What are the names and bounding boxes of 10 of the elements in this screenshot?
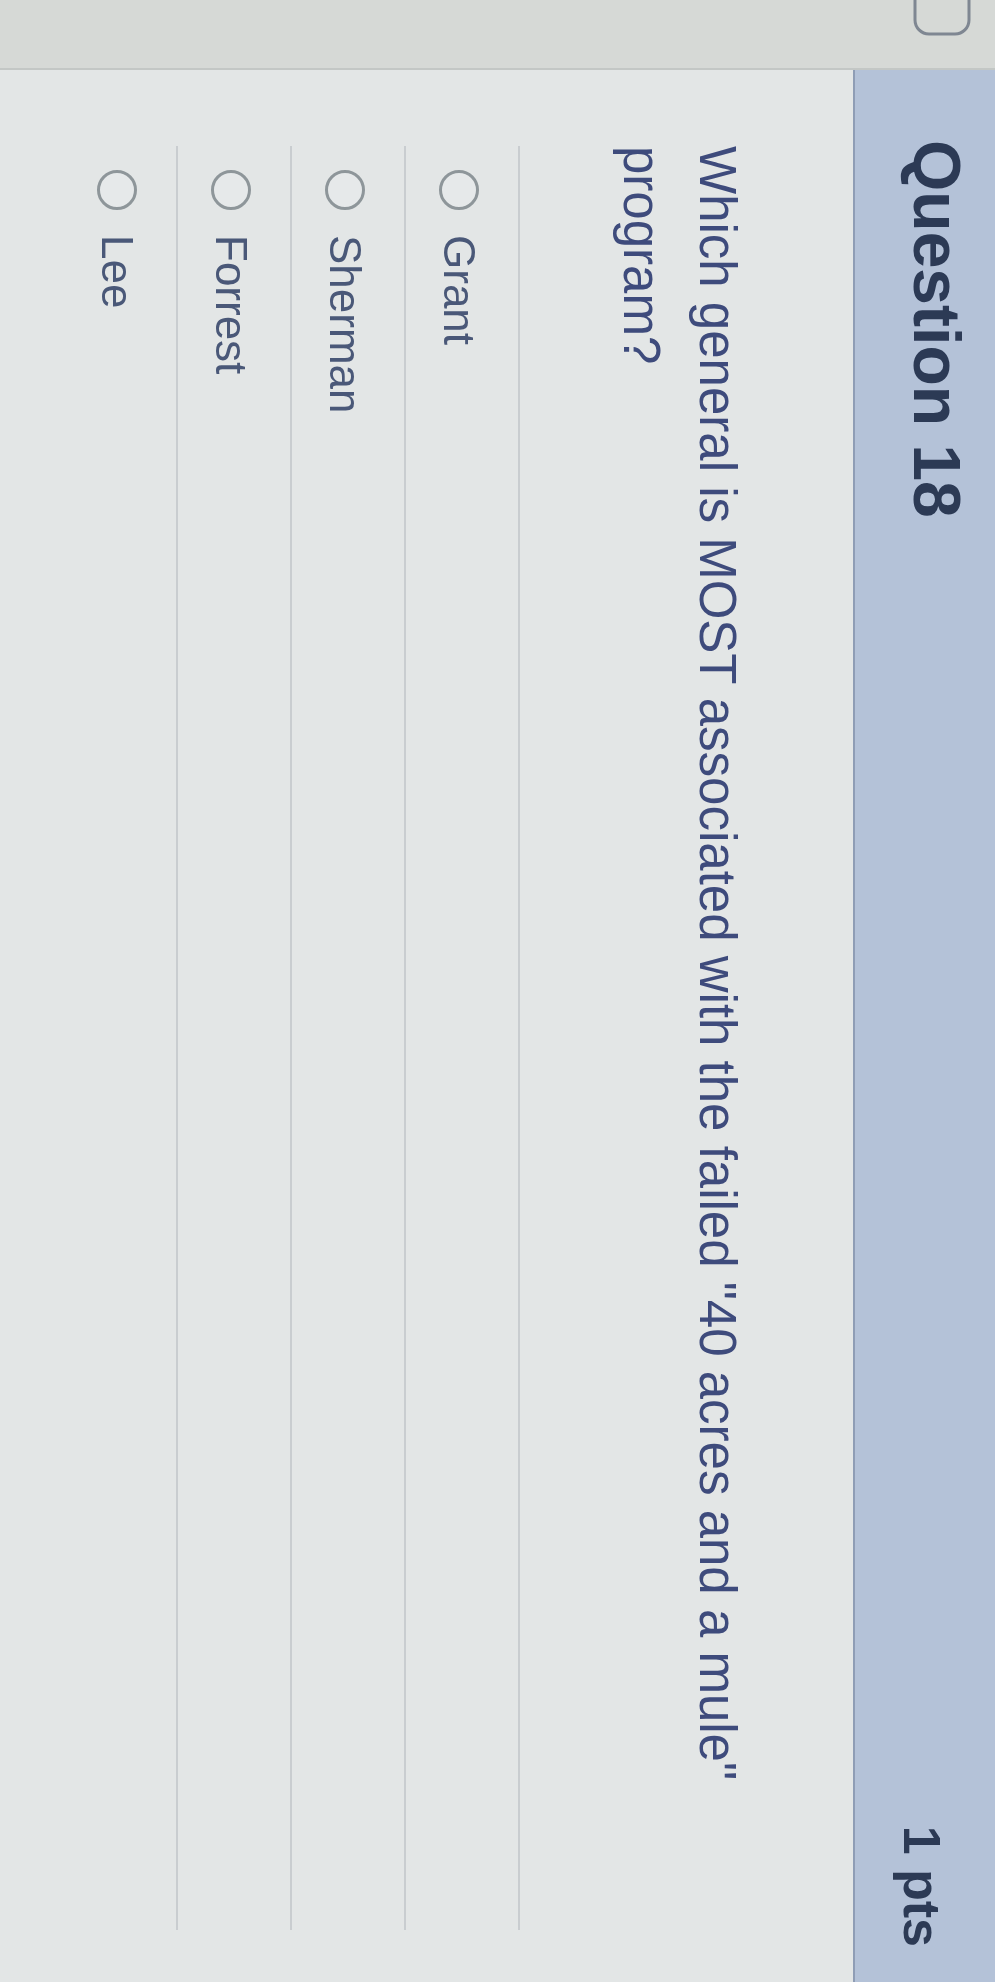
question-text: Which general is MOST associated with the failed "40 acres and a mule" program? (612, 146, 747, 1783)
radio-button[interactable] (211, 170, 251, 210)
rounded-tab-icon (913, 0, 971, 36)
radio-button[interactable] (97, 170, 137, 210)
radio-button[interactable] (439, 170, 479, 210)
answer-label[interactable]: Grant (437, 235, 481, 346)
answer-label[interactable]: Forrest (209, 235, 253, 375)
answer-label[interactable]: Sherman (323, 235, 367, 414)
answer-label[interactable]: Lee (95, 235, 139, 309)
radio-button[interactable] (325, 170, 365, 210)
